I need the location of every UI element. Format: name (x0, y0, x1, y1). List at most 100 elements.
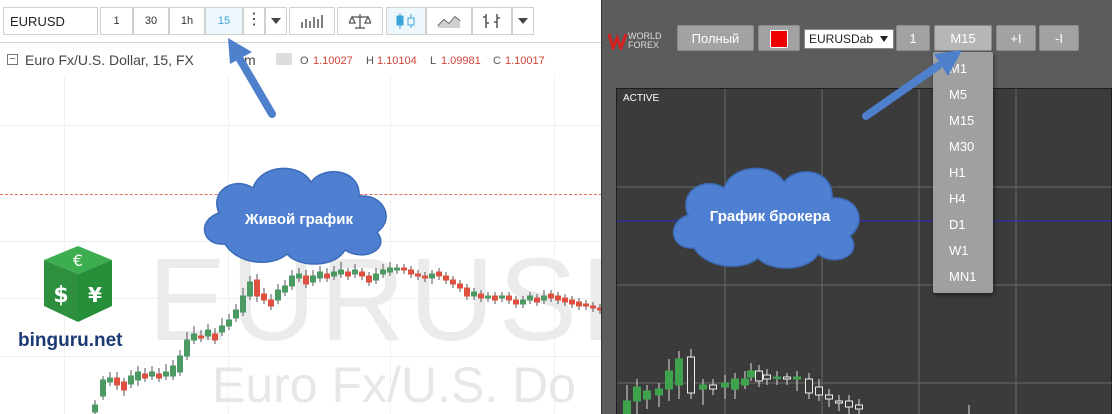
candle-body (310, 275, 316, 283)
candle-body (450, 279, 456, 285)
candle-body (569, 299, 575, 305)
candle-body (687, 356, 695, 394)
candle-body (793, 376, 801, 380)
candle-body (205, 329, 211, 337)
candle-body (303, 275, 309, 285)
timeframe-option-mn1[interactable]: MN1 (933, 264, 993, 290)
candle-body (633, 386, 641, 402)
candle-body (254, 279, 260, 297)
candle-body (583, 303, 589, 307)
candle-body (755, 370, 763, 382)
candle-body (429, 273, 435, 279)
candle-body (191, 333, 197, 341)
candle-body (485, 295, 491, 299)
candle-body (548, 293, 554, 299)
candle-body (296, 273, 302, 279)
candle-body (721, 382, 729, 388)
candle-body (665, 370, 673, 390)
candle-body (506, 295, 512, 301)
candle-body (198, 335, 204, 339)
candle-body (114, 377, 120, 386)
candle-body (443, 275, 449, 281)
worldforex-logo-icon (608, 33, 628, 50)
candle-body (177, 355, 183, 373)
svg-text:¥: ¥ (88, 283, 102, 307)
candle-body (163, 371, 169, 377)
candle-body (699, 384, 707, 390)
candle-body (170, 365, 176, 377)
candle-body (261, 293, 267, 301)
zoom-out-button[interactable]: -I (1039, 25, 1079, 51)
timeframe-option-d1[interactable]: D1 (933, 212, 993, 238)
candle-body (805, 378, 813, 394)
candle-body (623, 400, 631, 414)
candle-body (359, 271, 365, 277)
broker-terminal-panel: WORLD FOREX Полный EURUSDab 1 M15 +I -I … (602, 0, 1112, 414)
candle-body (184, 339, 190, 357)
candle-body (331, 271, 337, 277)
candle-body (562, 297, 568, 303)
candle-body (324, 273, 330, 279)
candle-body (499, 295, 505, 299)
candle-body (156, 373, 162, 379)
candle-body (815, 386, 823, 396)
candle-body (478, 293, 484, 299)
arrow-annotation (862, 50, 962, 120)
candle-body (747, 370, 755, 378)
candle-body (855, 404, 863, 410)
candle-body (380, 269, 386, 275)
candle-body (541, 295, 547, 301)
candle-body (408, 269, 414, 275)
candle-body (289, 275, 295, 287)
binguru-logo-text: binguru.net (18, 330, 123, 351)
cloud-broker-label: График брокера (710, 208, 831, 225)
timeframe-option-h1[interactable]: H1 (933, 160, 993, 186)
candle-body (534, 297, 540, 303)
timeframe-option-w1[interactable]: W1 (933, 238, 993, 264)
candle-body (345, 271, 351, 277)
candle-body (128, 375, 134, 385)
candle-body (268, 299, 274, 307)
candle-body (373, 273, 379, 281)
svg-text:€: € (73, 251, 83, 270)
candle-body (436, 271, 442, 277)
candle-body (149, 371, 155, 377)
candle-body (107, 377, 113, 383)
candle-body (471, 291, 477, 297)
timeframe-option-h4[interactable]: H4 (933, 186, 993, 212)
candle-body (212, 333, 218, 341)
candle-body (366, 275, 372, 283)
candle-body (492, 295, 498, 301)
color-button[interactable] (758, 25, 800, 51)
live-chart-panel: EURUSD 1 30 1h 15 ⋮ EURUS Euro Fx/U.S. D… (0, 0, 602, 414)
candle-body (275, 289, 281, 301)
candle-body (576, 301, 582, 307)
candle-body (825, 394, 833, 400)
timeframe-option-m30[interactable]: M30 (933, 134, 993, 160)
chevron-down-icon (880, 36, 888, 42)
candle-body (527, 295, 533, 301)
candle-body (415, 273, 421, 277)
candle-body (675, 358, 683, 386)
candle-body (240, 295, 246, 313)
candle-body (422, 275, 428, 279)
candle-body (590, 305, 596, 309)
candle-body (219, 325, 225, 333)
candle-body (92, 404, 98, 413)
candle-body (100, 379, 106, 397)
candle-body (282, 285, 288, 293)
candle-body (317, 271, 323, 279)
candle-body (352, 269, 358, 275)
candle-body (226, 319, 232, 327)
candle-body (773, 376, 781, 379)
candle-body (655, 388, 663, 396)
candle-body (835, 400, 843, 404)
candle-body (741, 378, 749, 386)
zoom-in-button[interactable]: +I (996, 25, 1036, 51)
cloud-live-chart: Живой график (203, 167, 387, 265)
candle-body (555, 295, 561, 301)
arrow-annotation (228, 38, 276, 118)
candle-body (783, 376, 791, 380)
full-button[interactable]: Полный (677, 25, 754, 51)
candle-body (520, 299, 526, 305)
